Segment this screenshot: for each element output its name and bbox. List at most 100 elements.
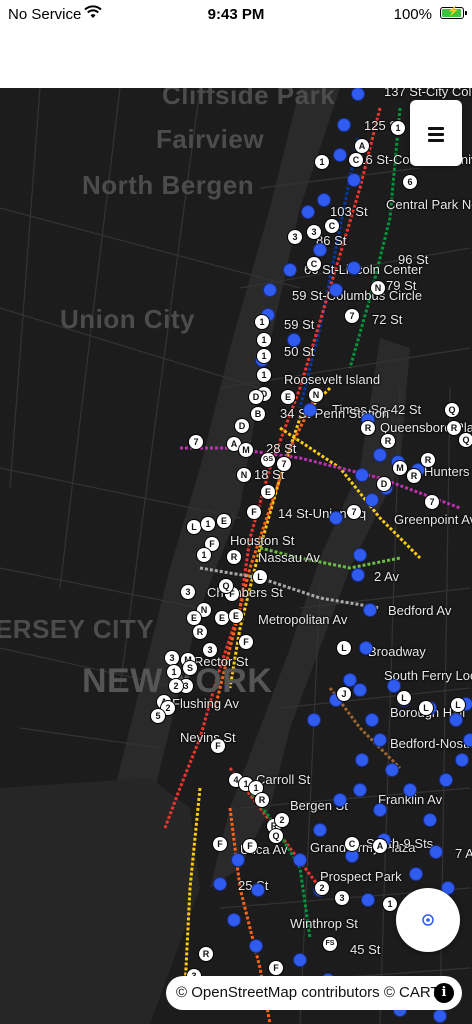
route-badge[interactable]: F bbox=[243, 839, 257, 853]
station-dot[interactable] bbox=[330, 284, 342, 296]
station-dot[interactable] bbox=[352, 88, 364, 100]
station-label[interactable]: 66 St-Lincoln Center bbox=[304, 262, 423, 277]
station-label[interactable]: 72 St bbox=[372, 312, 402, 327]
station-dot[interactable] bbox=[288, 334, 300, 346]
route-badge[interactable]: 7 bbox=[425, 495, 439, 509]
station-label[interactable]: Greenpoint Av bbox=[394, 512, 472, 527]
station-dot[interactable] bbox=[228, 914, 240, 926]
locate-me-button[interactable] bbox=[396, 888, 460, 952]
route-badge[interactable]: 6 bbox=[403, 175, 417, 189]
station-dot[interactable] bbox=[294, 954, 306, 966]
station-label[interactable]: Central Park North (110 St) bbox=[386, 197, 472, 212]
route-badge[interactable]: B bbox=[251, 407, 265, 421]
route-badge[interactable]: 1 bbox=[197, 548, 211, 562]
station-dot[interactable] bbox=[346, 850, 358, 862]
route-badge[interactable]: N bbox=[309, 388, 323, 402]
station-dot[interactable] bbox=[352, 569, 364, 581]
station-label[interactable]: Rector St bbox=[194, 654, 248, 669]
route-badge[interactable]: C bbox=[307, 257, 321, 271]
route-badge[interactable]: E bbox=[187, 611, 201, 625]
route-badge[interactable]: D bbox=[235, 419, 249, 433]
station-dot[interactable] bbox=[318, 194, 330, 206]
route-badge[interactable]: 2 bbox=[275, 813, 289, 827]
station-dot[interactable] bbox=[334, 794, 346, 806]
route-badge[interactable]: 7 bbox=[277, 457, 291, 471]
route-badge[interactable]: GS bbox=[261, 453, 275, 467]
station-label[interactable]: Carroll St bbox=[256, 772, 310, 787]
route-badge[interactable]: 3 bbox=[165, 651, 179, 665]
station-dot[interactable] bbox=[374, 449, 386, 461]
station-dot[interactable] bbox=[354, 549, 366, 561]
station-dot[interactable] bbox=[354, 684, 366, 696]
hamburger-menu-button[interactable] bbox=[410, 100, 462, 166]
route-badge[interactable]: A bbox=[355, 139, 369, 153]
station-dot[interactable] bbox=[456, 754, 468, 766]
station-dot[interactable] bbox=[386, 764, 398, 776]
station-dot[interactable] bbox=[410, 868, 422, 880]
station-label[interactable]: Broadway bbox=[368, 644, 426, 659]
station-dot[interactable] bbox=[464, 734, 472, 746]
route-badge[interactable]: C bbox=[325, 219, 339, 233]
station-label[interactable]: 59 St-Columbus Circle bbox=[292, 288, 422, 303]
route-badge[interactable]: L bbox=[419, 701, 433, 715]
station-dot[interactable] bbox=[374, 804, 386, 816]
route-badge[interactable]: 2 bbox=[315, 881, 329, 895]
station-dot[interactable] bbox=[302, 206, 314, 218]
route-badge[interactable]: F bbox=[211, 739, 225, 753]
route-badge[interactable]: D bbox=[249, 390, 263, 404]
route-badge[interactable]: F bbox=[247, 505, 261, 519]
route-badge[interactable]: E bbox=[229, 609, 243, 623]
station-dot[interactable] bbox=[388, 680, 400, 692]
route-badge[interactable]: F bbox=[239, 635, 253, 649]
route-badge[interactable]: 2 bbox=[169, 679, 183, 693]
station-dot[interactable] bbox=[360, 642, 372, 654]
station-dot[interactable] bbox=[430, 846, 442, 858]
station-dot[interactable] bbox=[440, 774, 452, 786]
route-badge[interactable]: 3 bbox=[181, 585, 195, 599]
station-label[interactable]: 59 St bbox=[284, 317, 314, 332]
route-badge[interactable]: 1 bbox=[257, 333, 271, 347]
route-badge[interactable]: A bbox=[373, 839, 387, 853]
station-label[interactable]: Winthrop St bbox=[290, 916, 358, 931]
route-badge[interactable]: E bbox=[215, 611, 229, 625]
station-label[interactable]: 2 Av bbox=[374, 569, 399, 584]
station-dot[interactable] bbox=[250, 940, 262, 952]
route-badge[interactable]: 1 bbox=[167, 665, 181, 679]
station-dot[interactable] bbox=[404, 784, 416, 796]
station-label[interactable]: Roosevelt Island bbox=[284, 372, 380, 387]
station-label[interactable]: Bedford-Nostrand Av bbox=[390, 736, 472, 751]
route-badge[interactable]: R bbox=[447, 421, 461, 435]
route-badge[interactable]: R bbox=[227, 550, 241, 564]
station-dot[interactable] bbox=[434, 1010, 446, 1022]
station-label[interactable]: Hunters Point Av bbox=[424, 464, 472, 479]
station-dot[interactable] bbox=[364, 604, 376, 616]
route-badge[interactable]: Q bbox=[459, 433, 472, 447]
route-badge[interactable]: 3 bbox=[288, 230, 302, 244]
route-badge[interactable]: E bbox=[281, 390, 295, 404]
station-dot[interactable] bbox=[344, 674, 356, 686]
station-label[interactable]: 50 St bbox=[284, 344, 314, 359]
route-badge[interactable]: R bbox=[193, 625, 207, 639]
route-badge[interactable]: L bbox=[187, 520, 201, 534]
route-badge[interactable]: Q bbox=[219, 579, 233, 593]
route-badge[interactable]: S bbox=[183, 661, 197, 675]
route-badge[interactable]: L bbox=[451, 698, 465, 712]
station-dot[interactable] bbox=[356, 469, 368, 481]
route-badge[interactable]: 7 bbox=[345, 309, 359, 323]
route-badge[interactable]: Q bbox=[269, 829, 283, 843]
subway-map[interactable]: Cliffside Park Fairview North Bergen Union … bbox=[0, 88, 472, 1024]
route-badge[interactable]: 3 bbox=[335, 891, 349, 905]
station-dot[interactable] bbox=[252, 884, 264, 896]
route-badge[interactable]: 1 bbox=[257, 368, 271, 382]
route-badge[interactable]: 3 bbox=[307, 225, 321, 239]
station-dot[interactable] bbox=[348, 262, 360, 274]
station-dot[interactable] bbox=[366, 494, 378, 506]
route-badge[interactable]: C bbox=[349, 153, 363, 167]
route-badge[interactable]: 7 bbox=[189, 435, 203, 449]
route-badge[interactable]: R bbox=[407, 469, 421, 483]
route-badge[interactable]: J bbox=[337, 687, 351, 701]
station-dot[interactable] bbox=[304, 404, 316, 416]
station-dot[interactable] bbox=[362, 894, 374, 906]
station-label[interactable]: Metropolitan Av bbox=[258, 612, 347, 627]
route-badge[interactable]: L bbox=[253, 570, 267, 584]
